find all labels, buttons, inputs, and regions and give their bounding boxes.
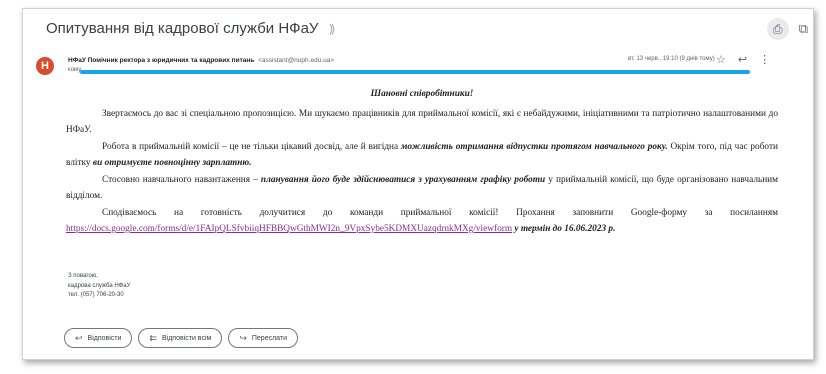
reply-all-icon: ⇇: [149, 332, 157, 343]
p2-bold2: ви отримуєте повноцінну зарплатню.: [92, 158, 252, 168]
reply-button[interactable]: ↩ Відповісти: [64, 328, 133, 348]
p4-bold: у термін до 16.06.2023 р.: [514, 224, 616, 234]
paragraph-3: Стосовно навчального навантаження – план…: [66, 172, 778, 205]
p2-bold: можливість отримання відпустки протягом …: [400, 141, 668, 152]
signature-line-1: З повагою,: [68, 273, 98, 279]
paragraph-4: Сподіваємось на готовність долучитися до…: [66, 205, 778, 238]
message-actions: ☆ ↩ ⋮: [716, 53, 770, 66]
p1-text: Звертаємось до вас зі спеціальною пропоз…: [66, 108, 778, 136]
email-subject: Опитування від кадрової служби НФаУ: [46, 20, 319, 37]
reply-all-label: Відповісти всім: [161, 334, 212, 342]
reply-icon[interactable]: ↩: [738, 53, 747, 66]
signature-line-3: тел. (057) 706-20-30: [68, 292, 124, 298]
reply-all-button[interactable]: ⇇ Відповісти всім: [138, 328, 223, 348]
subject-row: Опитування від кадрової служби НФаУ ⟫: [46, 20, 806, 46]
avatar: Н: [36, 57, 54, 75]
star-icon[interactable]: ☆: [716, 53, 726, 66]
p2-text: Робота в приймальній комісії – це не тіл…: [102, 141, 399, 152]
more-vert-icon[interactable]: ⋮: [759, 53, 770, 66]
top-icons: ⎙ ⧉: [766, 18, 808, 40]
label-icon[interactable]: ⟫: [329, 22, 336, 36]
p3-bold: планування його буде здійснюватися з ура…: [260, 174, 546, 185]
forward-button[interactable]: ↪ Переслати: [228, 328, 299, 348]
email-date: вт, 13 черв., 19:10 (9 днів тому): [628, 56, 715, 62]
p4-text: Сподіваємось на готовність долучитися до…: [102, 207, 778, 218]
reply-label: Відповісти: [87, 334, 122, 342]
paragraph-2: Робота в приймальній комісії – це не тіл…: [66, 139, 778, 172]
sender-line: НФаУ Помічник ректора з юридичних та кад…: [68, 57, 334, 64]
sender-email: <assistant@nuph.edu.ua>: [258, 57, 335, 64]
print-icon[interactable]: ⎙: [766, 18, 789, 40]
sender-name[interactable]: НФаУ Помічник ректора з юридичних та кад…: [68, 57, 254, 64]
signature-line-2: кадрова служба НФаУ: [68, 282, 131, 289]
paragraph-1: Звертаємось до вас зі спеціальною пропоз…: [66, 106, 778, 139]
open-new-window-icon[interactable]: ⧉: [799, 21, 808, 37]
reply-buttons: ↩ Відповісти ⇇ Відповісти всім ↪ Пересла…: [64, 328, 299, 348]
redaction-line: [80, 70, 750, 74]
p3-text: Стосовно навчального навантаження –: [102, 174, 258, 185]
reply-icon: ↩: [75, 332, 83, 343]
forward-label: Переслати: [251, 334, 288, 342]
signature: З повагою, кадрова служба НФаУ тел. (057…: [68, 272, 130, 301]
email-body: Шановні співробітники! Звертаємось до ва…: [66, 86, 778, 238]
forward-icon: ↪: [239, 332, 247, 343]
greeting: Шановні співробітники!: [370, 89, 474, 99]
form-link[interactable]: https://docs.google.com/forms/d/e/1FAIpQ…: [66, 224, 512, 234]
